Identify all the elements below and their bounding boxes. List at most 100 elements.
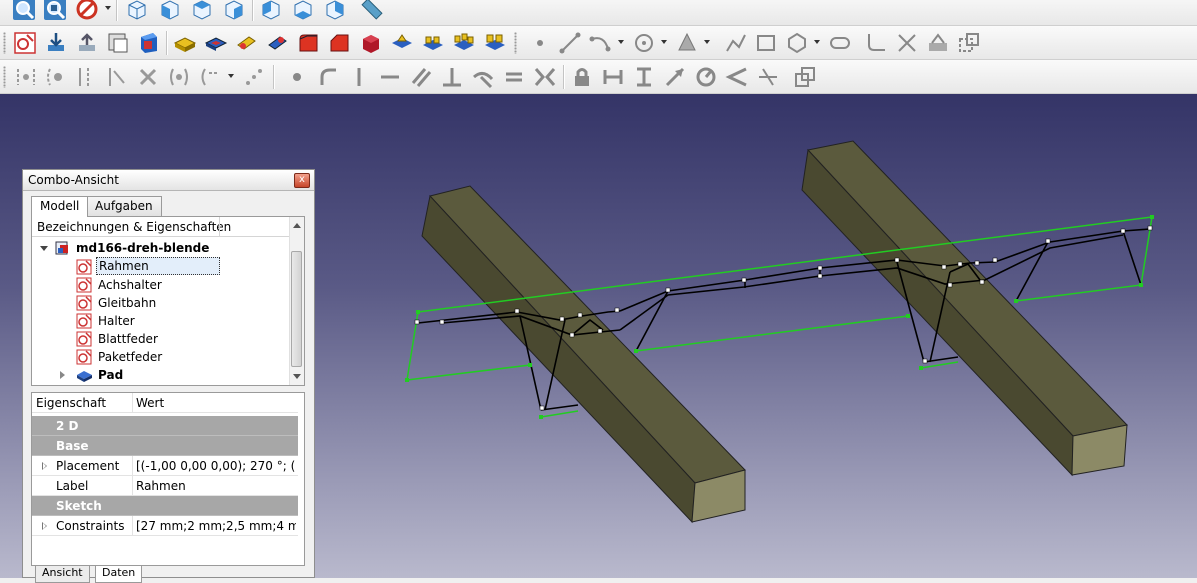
create-slot-icon[interactable] xyxy=(828,31,852,55)
select-vertical-axis-icon[interactable] xyxy=(74,65,98,89)
revolution-icon[interactable] xyxy=(235,31,259,55)
select-conflicting-icon[interactable] xyxy=(167,65,191,89)
collapse-arrow-icon[interactable] xyxy=(40,246,48,251)
groove-icon[interactable] xyxy=(266,31,290,55)
expand-arrow-icon[interactable] xyxy=(60,371,65,379)
constrain-symmetric-icon[interactable] xyxy=(533,65,557,89)
trim-icon[interactable] xyxy=(895,31,919,55)
toolbar-grip[interactable] xyxy=(3,32,6,54)
constrain-angle-icon[interactable] xyxy=(725,65,749,89)
create-rectangle-icon[interactable] xyxy=(754,31,778,55)
property-editor[interactable]: Eigenschaft Wert 2 D Base Placement [(-1… xyxy=(31,392,305,566)
tab-aufgaben[interactable]: Aufgaben xyxy=(86,196,162,216)
fillet-icon[interactable] xyxy=(297,31,321,55)
pad-icon[interactable] xyxy=(173,31,197,55)
external-geometry-icon[interactable] xyxy=(926,31,950,55)
constrain-parallel-icon[interactable] xyxy=(409,65,433,89)
tab-ansicht[interactable]: Ansicht xyxy=(35,566,90,583)
create-arc-icon[interactable] xyxy=(588,31,612,55)
measure-distance-icon[interactable] xyxy=(360,0,384,21)
property-value[interactable]: Rahmen xyxy=(136,476,296,496)
constrain-vertical-distance-icon[interactable] xyxy=(632,65,656,89)
pocket-icon[interactable] xyxy=(204,31,228,55)
multitransform-icon[interactable] xyxy=(483,31,507,55)
create-fillet-icon[interactable] xyxy=(864,31,888,55)
chevron-down-icon[interactable] xyxy=(228,74,234,78)
reorient-sketch-icon[interactable] xyxy=(137,31,161,55)
linear-pattern-icon[interactable] xyxy=(421,31,445,55)
select-constraints-icon[interactable] xyxy=(14,65,38,89)
create-polygon-icon[interactable] xyxy=(785,31,809,55)
leave-sketch-icon[interactable] xyxy=(44,31,68,55)
view-isometric-icon[interactable] xyxy=(125,0,149,21)
beam-left[interactable] xyxy=(421,185,746,524)
property-value[interactable]: [(-1,00 0,00 0,00); 270 °; (0 m... xyxy=(136,456,296,476)
constrain-horizontal-distance-icon[interactable] xyxy=(601,65,625,89)
chevron-down-icon[interactable] xyxy=(661,40,667,44)
tree-item-sketch[interactable]: Paketfeder xyxy=(76,348,276,366)
chevron-down-icon[interactable] xyxy=(105,6,111,10)
constrain-perpendicular-icon[interactable] xyxy=(440,65,464,89)
scroll-up-icon[interactable] xyxy=(293,223,301,228)
view-fit-all-icon[interactable] xyxy=(12,0,36,21)
construction-mode-icon[interactable] xyxy=(957,31,981,55)
constrain-lock-icon[interactable] xyxy=(570,65,594,89)
beam-right[interactable] xyxy=(801,140,1128,477)
view-fit-selection-icon[interactable] xyxy=(43,0,67,21)
tree-item-sketch[interactable]: Blattfeder xyxy=(76,330,276,348)
property-value[interactable]: [27 mm;2 mm;2,5 mm;4 m... xyxy=(136,516,296,536)
toolbar-grip[interactable] xyxy=(514,32,517,54)
model-tree[interactable]: Bezeichnungen & Eigenschaften md166-dreh… xyxy=(31,216,305,386)
select-origin-icon[interactable] xyxy=(44,65,68,89)
toolbar-grip[interactable] xyxy=(3,66,6,88)
constrain-point-on-object-icon[interactable] xyxy=(316,65,340,89)
constrain-radius-icon[interactable] xyxy=(694,65,718,89)
create-circle-icon[interactable] xyxy=(632,31,656,55)
expand-arrow-icon[interactable] xyxy=(42,462,47,470)
property-row-label[interactable]: Label Rahmen xyxy=(32,476,298,496)
view-left-icon[interactable] xyxy=(323,0,347,21)
create-line-icon[interactable] xyxy=(558,31,582,55)
tree-item-sketch[interactable]: Halter xyxy=(76,312,276,330)
new-sketch-icon[interactable] xyxy=(13,31,37,55)
view-right-icon[interactable] xyxy=(222,0,246,21)
scrollbar-thumb[interactable] xyxy=(291,251,302,367)
constrain-snell-icon[interactable] xyxy=(756,65,780,89)
create-polyline-icon[interactable] xyxy=(724,31,748,55)
tree-item-sketch[interactable]: Gleitbahn xyxy=(76,294,276,312)
chevron-down-icon[interactable] xyxy=(618,40,624,44)
scroll-down-icon[interactable] xyxy=(293,374,301,379)
tree-item-pad[interactable]: Pad xyxy=(58,366,278,384)
tab-daten[interactable]: Daten xyxy=(95,566,143,583)
polar-pattern-icon[interactable] xyxy=(452,31,476,55)
chevron-down-icon[interactable] xyxy=(704,40,710,44)
chevron-down-icon[interactable] xyxy=(814,40,820,44)
constrain-coincident-icon[interactable] xyxy=(285,65,309,89)
draw-style-icon[interactable] xyxy=(75,0,99,21)
create-point-icon[interactable] xyxy=(528,31,552,55)
tree-item-sketch[interactable]: Rahmen xyxy=(76,257,276,276)
toggle-constraint-icon[interactable] xyxy=(793,65,817,89)
view-rear-icon[interactable] xyxy=(259,0,283,21)
property-row-placement[interactable]: Placement [(-1,00 0,00 0,00); 270 °; (0 … xyxy=(32,456,298,476)
select-redundant-icon[interactable] xyxy=(136,65,160,89)
mirrored-icon[interactable] xyxy=(390,31,414,55)
show-hide-icon[interactable] xyxy=(242,65,266,89)
expand-arrow-icon[interactable] xyxy=(42,522,47,530)
combo-view-titlebar[interactable]: Combo-Ansicht x xyxy=(23,170,314,191)
view-sketch-icon[interactable] xyxy=(75,31,99,55)
select-horizontal-axis-icon[interactable] xyxy=(104,65,128,89)
view-front-icon[interactable] xyxy=(158,0,182,21)
map-sketch-icon[interactable] xyxy=(106,31,130,55)
close-icon[interactable]: x xyxy=(294,173,310,188)
tree-scrollbar[interactable] xyxy=(289,217,304,385)
draft-icon[interactable] xyxy=(359,31,383,55)
chamfer-icon[interactable] xyxy=(328,31,352,55)
tab-modell[interactable]: Modell xyxy=(31,196,89,217)
view-bottom-icon[interactable] xyxy=(291,0,315,21)
tree-item-sketch[interactable]: Achshalter xyxy=(76,276,276,294)
constrain-horizontal-icon[interactable] xyxy=(378,65,402,89)
property-row-constraints[interactable]: Constraints [27 mm;2 mm;2,5 mm;4 m... xyxy=(32,516,298,536)
constrain-equal-icon[interactable] xyxy=(502,65,526,89)
tree-item-document[interactable]: md166-dreh-blende xyxy=(38,239,278,257)
